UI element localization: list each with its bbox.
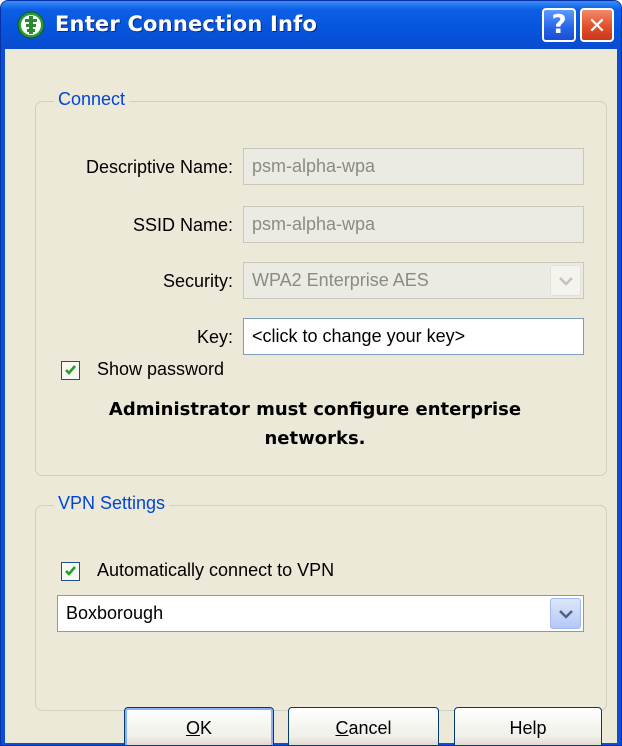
chevron-down-icon xyxy=(559,277,573,286)
close-icon: ✕ xyxy=(587,14,607,39)
show-password-checkbox[interactable] xyxy=(61,361,80,380)
title-bar[interactable]: Enter Connection Info ? ✕ xyxy=(1,1,621,49)
security-value: WPA2 Enterprise AES xyxy=(252,270,429,290)
connect-group-legend: Connect xyxy=(54,89,130,110)
auto-connect-vpn-checkbox[interactable] xyxy=(61,562,80,581)
security-label: Security: xyxy=(162,271,233,291)
key-value: <click to change your key> xyxy=(252,326,466,346)
help-button[interactable]: Help xyxy=(454,707,602,745)
cancel-label-rest: ancel xyxy=(348,718,392,738)
cancel-button[interactable]: Cancel xyxy=(288,707,439,745)
key-label: Key: xyxy=(196,327,233,347)
dialog-client-area: Connect Descriptive Name: psm-alpha-wpa … xyxy=(5,49,617,743)
help-title-button[interactable]: ? xyxy=(542,8,576,42)
close-title-button[interactable]: ✕ xyxy=(580,8,614,42)
dialog-window: Enter Connection Info ? ✕ Connect Descri… xyxy=(0,0,622,746)
vpn-profile-select[interactable]: Boxborough xyxy=(57,595,584,632)
descriptive-name-label: Descriptive Name: xyxy=(85,157,233,177)
checkmark-icon xyxy=(65,365,76,375)
ssid-name-field: psm-alpha-wpa xyxy=(243,206,584,243)
enterprise-notice: Administrator must configure enterprise … xyxy=(108,399,522,449)
question-mark-icon: ? xyxy=(551,10,567,40)
cancel-mnemonic: C xyxy=(335,718,349,738)
show-password-label[interactable]: Show password xyxy=(97,359,224,380)
vpn-settings-legend: VPN Settings xyxy=(54,493,170,514)
network-connection-icon xyxy=(17,11,45,39)
vpn-profile-value: Boxborough xyxy=(66,603,164,623)
help-label: Help xyxy=(509,718,547,738)
key-field[interactable]: <click to change your key> xyxy=(243,318,584,355)
ok-label-rest: K xyxy=(200,718,213,738)
descriptive-name-value: psm-alpha-wpa xyxy=(252,156,376,176)
security-select: WPA2 Enterprise AES xyxy=(243,262,584,299)
ssid-name-value: psm-alpha-wpa xyxy=(252,214,376,234)
ssid-name-label: SSID Name: xyxy=(132,215,233,235)
ok-button[interactable]: OK xyxy=(124,707,274,745)
chevron-down-icon xyxy=(559,610,573,619)
vpn-profile-dropdown-button[interactable] xyxy=(550,598,581,629)
checkmark-icon xyxy=(65,566,76,576)
descriptive-name-field: psm-alpha-wpa xyxy=(243,148,584,185)
ok-mnemonic: O xyxy=(185,718,200,738)
security-dropdown-button xyxy=(550,265,581,296)
window-title: Enter Connection Info xyxy=(55,12,318,36)
auto-connect-vpn-label[interactable]: Automatically connect to VPN xyxy=(97,560,334,581)
